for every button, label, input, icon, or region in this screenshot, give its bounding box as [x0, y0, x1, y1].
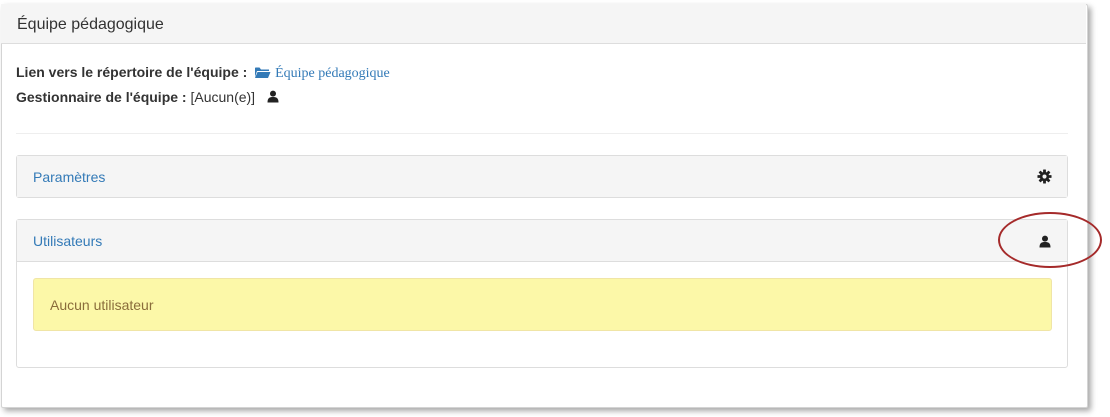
parametres-header[interactable]: Paramètres [17, 156, 1067, 197]
utilisateurs-header[interactable]: Utilisateurs [17, 220, 1067, 262]
manager-label: Gestionnaire de l'équipe : [16, 89, 187, 105]
divider [16, 133, 1068, 134]
highlight-annotation [998, 212, 1102, 268]
utilisateurs-panel: Utilisateurs Aucun utilisateur [16, 219, 1068, 368]
folder-link-row: Lien vers le répertoire de l'équipe : Éq… [16, 64, 390, 82]
parametres-panel: Paramètres [16, 155, 1068, 198]
user-icon[interactable] [267, 90, 279, 106]
utilisateurs-title[interactable]: Utilisateurs [33, 233, 102, 249]
manager-value: [Aucun(e)] [190, 89, 256, 105]
manager-row: Gestionnaire de l'équipe : [Aucun(e)] [16, 89, 279, 106]
team-panel-header: Équipe pédagogique [1, 4, 1086, 44]
folder-link[interactable]: Équipe pédagogique [275, 66, 390, 81]
parametres-title[interactable]: Paramètres [33, 169, 105, 185]
folder-link-label: Lien vers le répertoire de l'équipe : [16, 64, 248, 80]
empty-users-message: Aucun utilisateur [50, 297, 154, 313]
page-title: Équipe pédagogique [17, 16, 164, 33]
gear-icon[interactable] [1037, 169, 1053, 185]
empty-users-alert: Aucun utilisateur [33, 278, 1052, 331]
folder-open-icon[interactable] [254, 66, 271, 82]
